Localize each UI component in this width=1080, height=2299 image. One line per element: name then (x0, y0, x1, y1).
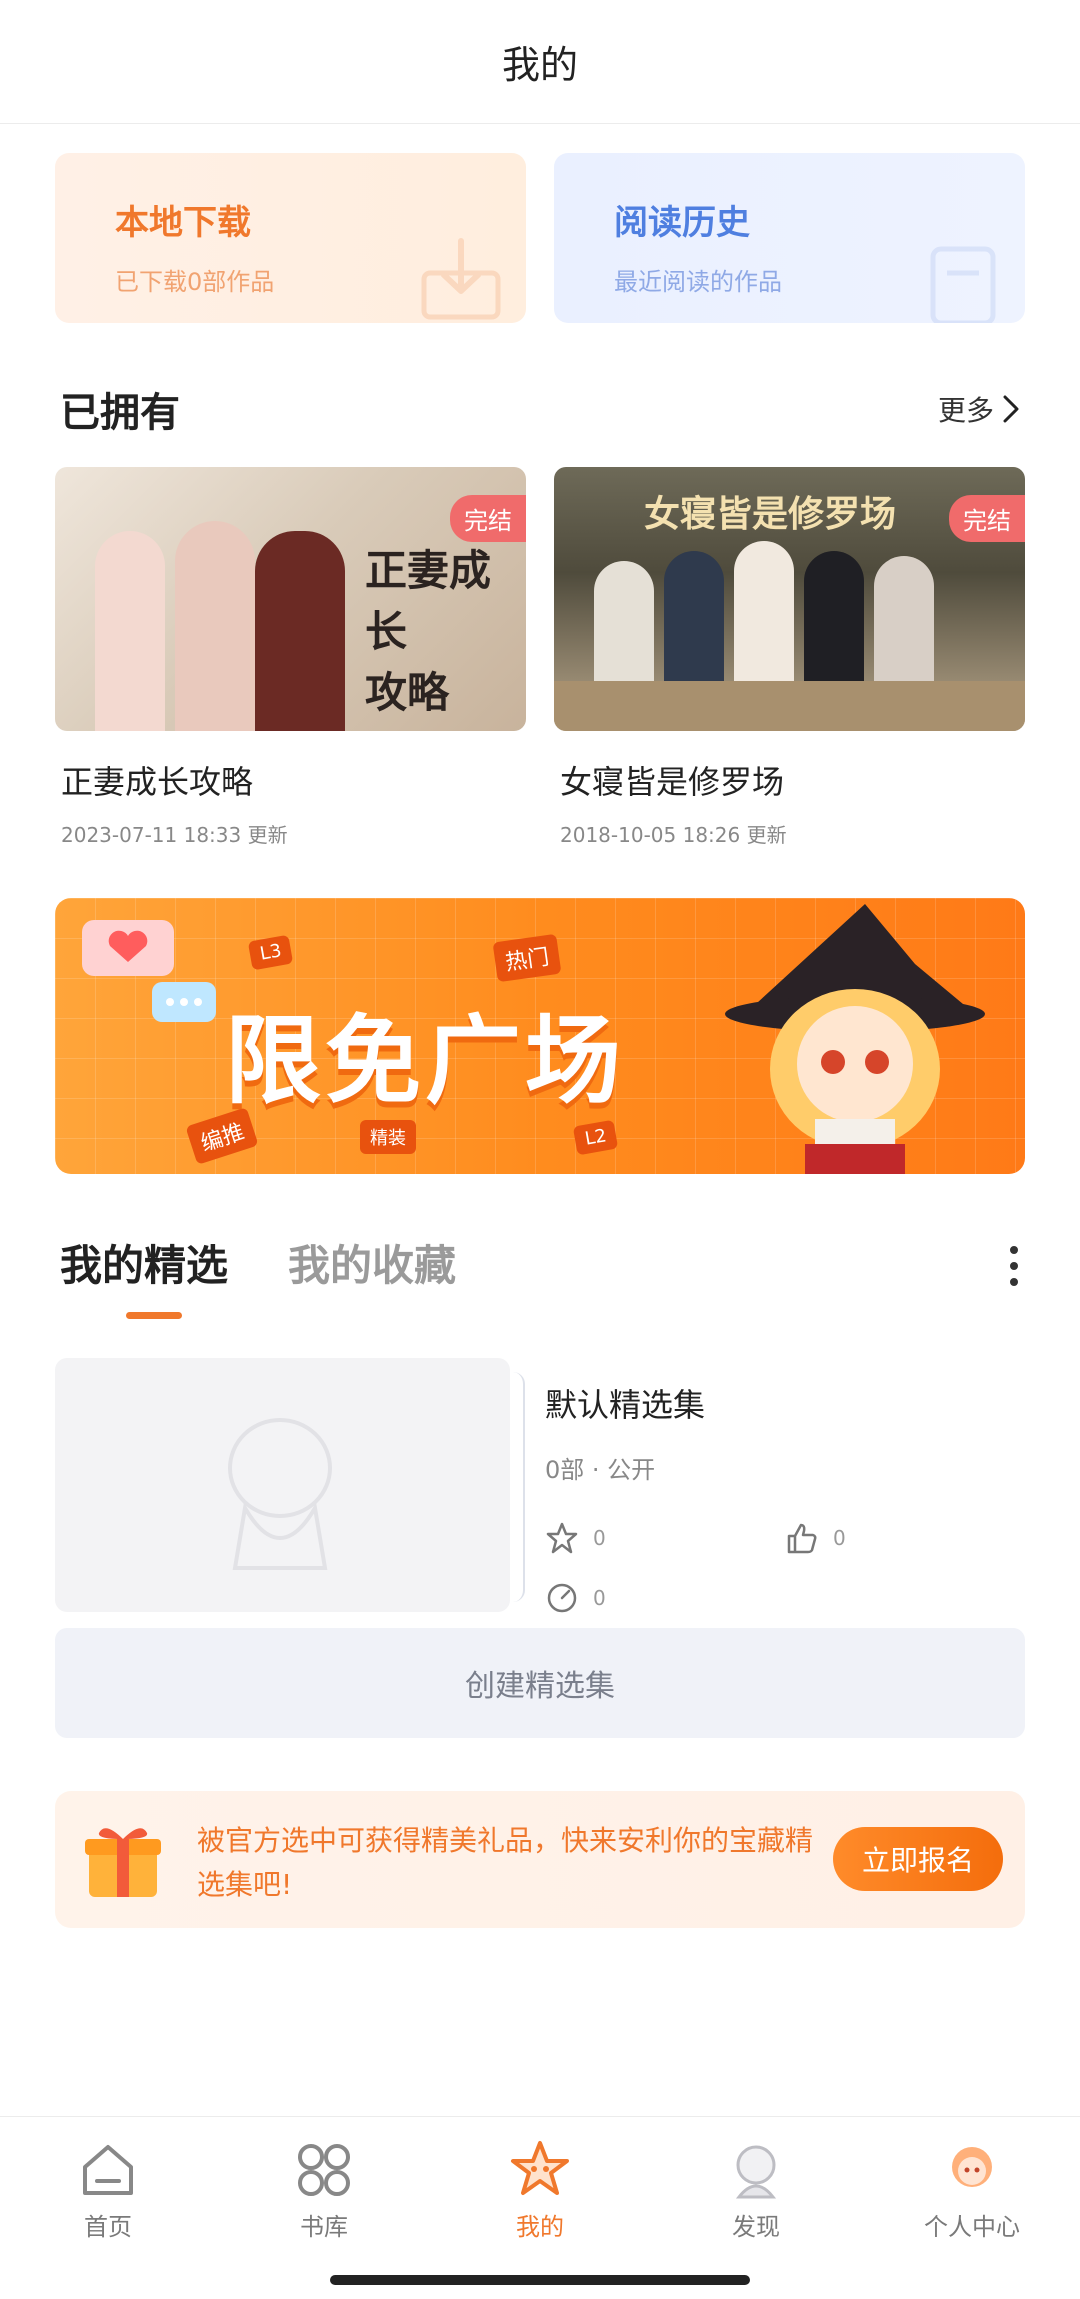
empty-mascot-icon (228, 1418, 332, 1570)
tab-library-label: 书库 (300, 2213, 348, 2241)
reading-history-card[interactable]: 阅读历史 最近阅读的作品 (554, 153, 1025, 323)
view-stat: 0 (545, 1581, 785, 1615)
gift-icon (85, 1828, 161, 1897)
tab-my-favorites[interactable]: 我的收藏 (288, 1232, 456, 1293)
tab-profile-label: 个人中心 (924, 2213, 1020, 2241)
local-download-card[interactable]: 本地下载 已下载0部作品 (55, 153, 526, 323)
figure-shape (255, 531, 345, 731)
book-cover: 女寝皆是修罗场 完结 (554, 467, 1025, 731)
book-title: 女寝皆是修罗场 (560, 763, 785, 801)
signup-button[interactable]: 立即报名 (833, 1827, 1003, 1891)
book-update-time: 2018-10-05 18:26 更新 (560, 823, 787, 847)
quick-actions: 本地下载 已下载0部作品 阅读历史 最近阅读的作品 (55, 153, 1025, 323)
discover-mascot-icon (735, 2145, 777, 2199)
banner-tag: 精装 (360, 1120, 416, 1154)
tab-home[interactable]: 首页 (0, 2117, 216, 2256)
owned-list: 正妻成长 攻略 完结 正妻成长攻略 2023-07-11 18:33 更新 女寝皆… (55, 467, 1025, 848)
like-stat: 0 (785, 1521, 1025, 1555)
home-icon (83, 2145, 133, 2195)
owned-item[interactable]: 女寝皆是修罗场 完结 女寝皆是修罗场 2018-10-05 18:26 更新 (554, 467, 1025, 848)
collection-stats: 0 0 0 (545, 1521, 1025, 1615)
figure-shape (95, 531, 165, 731)
collection-meta: 0部 · 公开 (545, 1456, 656, 1484)
book-update-time: 2023-07-11 18:33 更新 (61, 823, 288, 847)
tab-home-label: 首页 (84, 2213, 132, 2241)
collection-tabs: 我的精选 我的收藏 (60, 1232, 1020, 1319)
owned-more-label: 更多 (937, 394, 994, 427)
witch-mascot-icon (725, 904, 985, 1174)
figure-shape (175, 521, 255, 731)
book-title: 正妻成长攻略 (61, 763, 254, 801)
avatar-icon (952, 2147, 992, 2187)
promo-text: 被官方选中可获得精美礼品，快来安利你的宝藏精选集吧! (197, 1824, 814, 1901)
chat-bubble-icon (152, 982, 216, 1022)
tab-profile[interactable]: 个人中心 (864, 2117, 1080, 2256)
promo-banner: 被官方选中可获得精美礼品，快来安利你的宝藏精选集吧! 立即报名 (55, 1791, 1025, 1928)
collection-info: 默认精选集 0部 · 公开 0 0 0 (545, 1380, 1025, 1615)
tab-discover-label: 发现 (732, 2213, 780, 2241)
tab-library[interactable]: 书库 (216, 2117, 432, 2256)
owned-item[interactable]: 正妻成长 攻略 完结 正妻成长攻略 2023-07-11 18:33 更新 (55, 467, 526, 848)
banner-title: 限免广场 (225, 1005, 625, 1117)
gauge-icon (547, 1583, 577, 1613)
star-count: 0 (593, 1526, 606, 1550)
cover-title-art: 女寝皆是修罗场 (644, 494, 897, 535)
star-mascot-icon (511, 2141, 569, 2195)
tab-discover[interactable]: 发现 (648, 2117, 864, 2256)
heart-bubble-icon (82, 920, 174, 976)
owned-section-title: 已拥有 (60, 390, 180, 436)
free-plaza-banner[interactable]: L3 热门 编推 精装 L2 限免广场 (55, 898, 1025, 1174)
chevron-right-icon (1003, 395, 1019, 423)
create-collection-button[interactable]: 创建精选集 (55, 1628, 1025, 1738)
top-bar: 我的 (0, 0, 1080, 124)
star-stat: 0 (545, 1521, 785, 1555)
collection-cover (55, 1358, 525, 1612)
table-shape (554, 681, 1025, 731)
owned-more-link[interactable]: 更多 (938, 389, 1020, 429)
status-badge: 完结 (949, 495, 1025, 542)
collection-name: 默认精选集 (545, 1386, 706, 1424)
like-count: 0 (833, 1526, 846, 1550)
download-icon (421, 238, 501, 320)
grid-icon (298, 2144, 350, 2196)
home-indicator (330, 2275, 750, 2285)
tab-mine-label: 我的 (516, 2213, 564, 2241)
bottom-tab-bar: 首页 书库 我的 发现 个人中心 (0, 2116, 1080, 2256)
owned-section-header: 已拥有 更多 (60, 380, 1020, 438)
book-cover: 正妻成长 攻略 完结 (55, 467, 526, 731)
cover-title-art: 正妻成长 攻略 (365, 546, 492, 717)
view-count: 0 (593, 1586, 606, 1610)
status-badge: 完结 (450, 495, 526, 542)
page-title: 我的 (501, 43, 578, 87)
thumbs-up-icon (787, 1523, 817, 1554)
tab-my-picks[interactable]: 我的精选 (60, 1232, 228, 1319)
history-ticket-icon (930, 246, 996, 323)
star-icon (546, 1522, 578, 1554)
default-collection-card[interactable]: 默认精选集 0部 · 公开 0 0 0 (55, 1358, 1025, 1615)
tab-mine[interactable]: 我的 (432, 2117, 648, 2256)
more-options-icon[interactable] (1010, 1246, 1020, 1286)
